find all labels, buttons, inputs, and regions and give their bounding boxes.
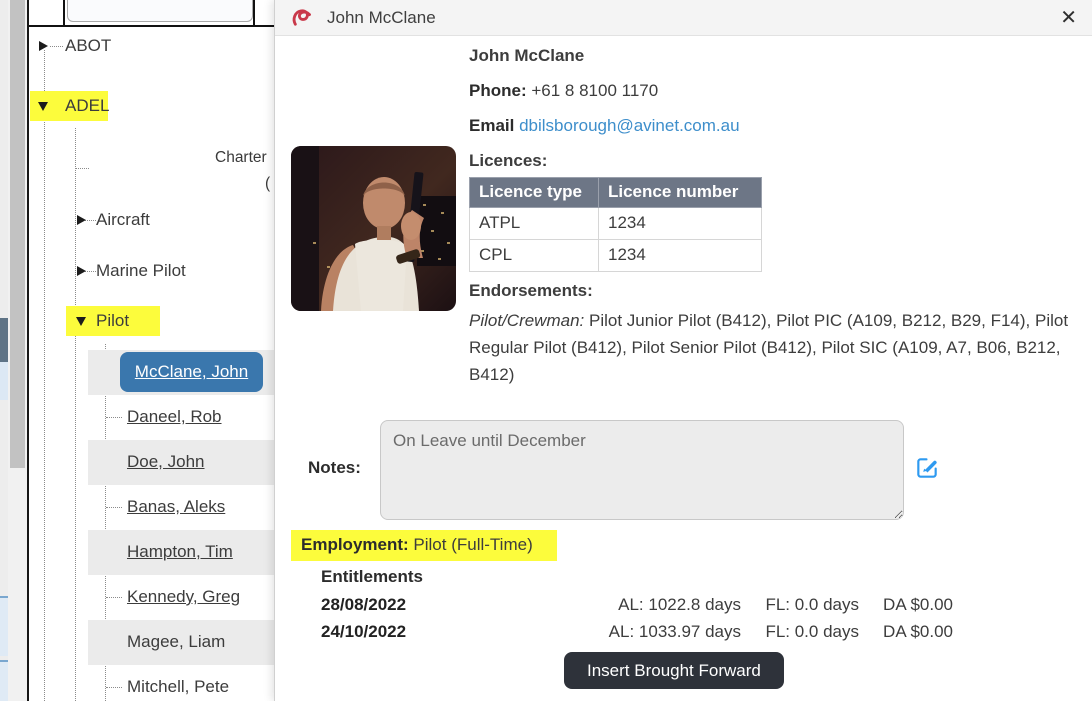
entitlement-date: 28/08/2022 — [321, 595, 563, 615]
profile-name: John McClane — [469, 46, 1075, 65]
profile-photo — [291, 146, 456, 311]
licence-type-cell: ATPL — [470, 208, 599, 240]
header-grid-line — [253, 0, 255, 25]
profile-details: John McClane Phone: +61 8 8100 1170 Emai… — [469, 46, 1075, 388]
list-item[interactable]: Daneel, Rob — [127, 406, 222, 428]
licences-table: Licence type Licence number ATPL 1234 CP… — [469, 177, 762, 272]
expander-expanded-icon[interactable] — [76, 317, 86, 326]
tree-connector — [106, 597, 122, 598]
licences-label: Licences: — [469, 151, 1075, 170]
tree-connector — [75, 128, 76, 701]
endorsements-label: Endorsements: — [469, 281, 1075, 300]
expander-collapsed-icon[interactable] — [77, 266, 86, 276]
notes-label: Notes: — [308, 458, 361, 478]
background-patch — [0, 596, 8, 656]
tree-node-abot[interactable]: ABOT — [65, 35, 111, 57]
list-item[interactable]: Mitchell, Pete — [127, 676, 229, 698]
background-page-sliver — [0, 0, 8, 701]
list-item[interactable]: Hampton, Tim — [127, 541, 233, 563]
expander-collapsed-icon[interactable] — [77, 215, 86, 225]
tree-node-marine-pilot[interactable]: Marine Pilot — [96, 260, 186, 282]
modal-header: John McClane ✕ — [275, 0, 1092, 36]
licence-type-header: Licence type — [470, 178, 599, 208]
expander-expanded-icon[interactable] — [38, 102, 48, 111]
vertical-scrollbar[interactable] — [8, 0, 27, 701]
entitlement-fl: FL: 0.0 days — [741, 595, 859, 615]
list-item[interactable]: Doe, John — [127, 451, 205, 473]
entitlement-fl: FL: 0.0 days — [741, 622, 859, 642]
phone-label: Phone: — [469, 81, 527, 100]
org-tree-panel: ABOT ADEL Charter ( Aircraft Marine Pilo… — [29, 0, 274, 701]
header-grid-line — [63, 0, 65, 25]
licence-number-cell: 1234 — [599, 240, 762, 272]
licence-number-cell: 1234 — [599, 208, 762, 240]
tree-connector — [85, 271, 96, 272]
entitlement-al: AL: 1033.97 days — [563, 622, 741, 642]
list-item[interactable]: Banas, Aleks — [127, 496, 225, 518]
expander-collapsed-icon[interactable] — [39, 41, 48, 51]
entitlement-row: 24/10/2022 AL: 1033.97 days FL: 0.0 days… — [321, 622, 1021, 642]
pilot-detail-modal: John McClane ✕ — [274, 0, 1092, 701]
modal-title: John McClane — [327, 8, 436, 28]
app-screen: ABOT ADEL Charter ( Aircraft Marine Pilo… — [0, 0, 1092, 701]
tree-filter-input[interactable] — [67, 0, 253, 22]
list-item[interactable]: Magee, Liam — [127, 631, 225, 653]
employment-row: Employment: Pilot (Full-Time) — [291, 530, 557, 561]
profile-phone-row: Phone: +61 8 8100 1170 — [469, 81, 1075, 100]
entitlement-da: DA $0.00 — [859, 622, 953, 642]
tree-connector — [76, 168, 89, 169]
notes-textarea[interactable]: On Leave until December — [380, 420, 904, 520]
employment-value: Pilot (Full-Time) — [409, 535, 533, 554]
email-label: Email — [469, 116, 514, 135]
tree-node-aircraft[interactable]: Aircraft — [96, 209, 150, 231]
tree-connector — [50, 46, 63, 47]
background-patch — [0, 660, 8, 701]
employment-label: Employment: — [301, 535, 409, 554]
email-link[interactable]: dbilsborough@avinet.com.au — [519, 116, 739, 135]
profile-email-row: Email dbilsborough@avinet.com.au — [469, 116, 1075, 135]
tree-connector — [106, 507, 122, 508]
scrollbar-thumb[interactable] — [10, 0, 25, 468]
endorsements-text: Pilot/Crewman: Pilot Junior Pilot (B412)… — [469, 307, 1075, 388]
table-row: CPL 1234 — [470, 240, 762, 272]
pilot-name[interactable]: McClane, John — [135, 362, 248, 382]
tree-connector — [44, 50, 45, 701]
tree-connector — [106, 687, 122, 688]
tree-connector — [85, 220, 96, 221]
table-row: ATPL 1234 — [470, 208, 762, 240]
list-item-selected[interactable]: McClane, John — [120, 352, 263, 392]
tree-connector — [106, 417, 122, 418]
close-icon[interactable]: ✕ — [1060, 8, 1077, 28]
red-ribbon-loop-icon — [291, 6, 314, 29]
entitlements-heading: Entitlements — [321, 567, 1021, 587]
edit-notes-icon[interactable] — [914, 455, 940, 481]
entitlement-date: 24/10/2022 — [321, 622, 563, 642]
phone-value: +61 8 8100 1170 — [531, 81, 658, 100]
entitlements-section: Entitlements 28/08/2022 AL: 1022.8 days … — [321, 567, 1021, 649]
licence-type-cell: CPL — [470, 240, 599, 272]
background-text-paren: ( — [265, 175, 270, 193]
insert-brought-forward-button[interactable]: Insert Brought Forward — [564, 652, 784, 689]
background-patch — [0, 318, 8, 362]
header-grid-line — [29, 25, 274, 27]
entitlement-row: 28/08/2022 AL: 1022.8 days FL: 0.0 days … — [321, 595, 1021, 615]
tree-node-adel[interactable]: ADEL — [65, 95, 109, 117]
entitlement-al: AL: 1022.8 days — [563, 595, 741, 615]
tree-node-pilot[interactable]: Pilot — [96, 310, 129, 332]
list-item[interactable]: Kennedy, Greg — [127, 586, 240, 608]
entitlement-da: DA $0.00 — [859, 595, 953, 615]
background-text-charter: Charter — [215, 149, 267, 167]
background-patch — [0, 362, 8, 400]
licence-number-header: Licence number — [599, 178, 762, 208]
endorsements-category: Pilot/Crewman: — [469, 311, 584, 330]
